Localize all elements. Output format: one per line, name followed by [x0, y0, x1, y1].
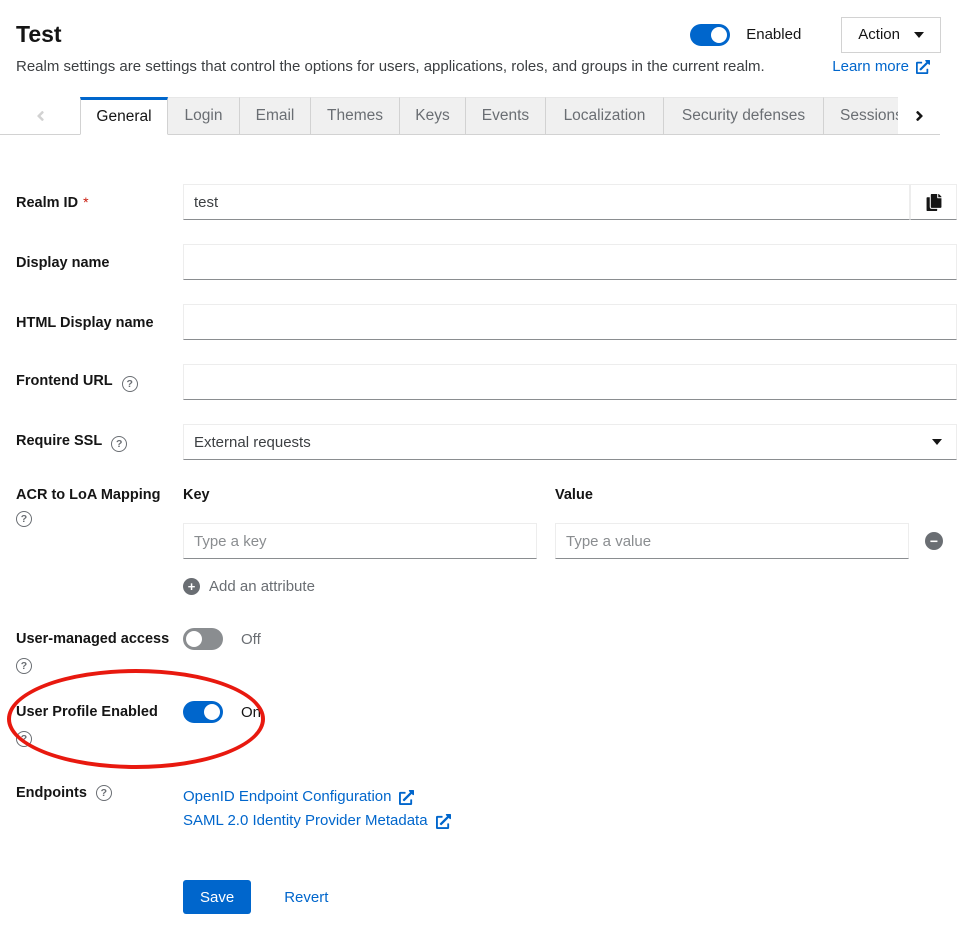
- require-ssl-row: Require SSL? External requests: [16, 424, 957, 460]
- tab-label: Login: [185, 107, 223, 125]
- page-header: Test Enabled Action Realm settings are s…: [0, 0, 973, 75]
- endpoints-row: Endpoints ? OpenID Endpoint Configuratio…: [16, 785, 957, 833]
- caret-down-icon: [932, 439, 942, 445]
- frontend-url-row: Frontend URL?: [16, 364, 957, 400]
- help-icon[interactable]: ?: [96, 785, 112, 801]
- add-attribute-label: Add an attribute: [209, 578, 315, 595]
- tab-themes[interactable]: Themes: [311, 97, 400, 135]
- help-icon[interactable]: ?: [16, 731, 32, 747]
- external-link-icon: [916, 60, 930, 74]
- acr-to-loa-label: ACR to LoA Mapping: [16, 487, 160, 503]
- user-profile-enabled-toggle[interactable]: [183, 701, 223, 723]
- user-profile-enabled-row: User Profile Enabled ? On: [16, 701, 957, 747]
- tab-keys[interactable]: Keys: [400, 97, 466, 135]
- acr-key-input[interactable]: [183, 523, 537, 559]
- tabs-scroll-left-button[interactable]: [0, 97, 80, 135]
- user-managed-access-state: Off: [241, 631, 261, 648]
- frontend-url-input[interactable]: [183, 364, 957, 400]
- tabs-spacer: [940, 97, 973, 135]
- page-description: Realm settings are settings that control…: [16, 58, 765, 75]
- external-link-icon: [436, 814, 451, 829]
- tab-label: Sessions: [840, 107, 898, 125]
- endpoint-link-label: OpenID Endpoint Configuration: [183, 785, 391, 809]
- tab-sessions[interactable]: Sessions: [824, 97, 898, 135]
- user-profile-enabled-label: User Profile Enabled: [16, 701, 183, 723]
- display-name-label: Display name: [16, 255, 110, 271]
- frontend-url-label: Frontend URL: [16, 373, 113, 389]
- copy-icon: [926, 194, 942, 211]
- chevron-right-icon: [914, 108, 925, 124]
- tab-login[interactable]: Login: [168, 97, 240, 135]
- realm-id-input[interactable]: [183, 184, 910, 220]
- saml-metadata-link[interactable]: SAML 2.0 Identity Provider Metadata: [183, 809, 957, 833]
- acr-value-input[interactable]: [555, 523, 909, 559]
- minus-icon: −: [930, 534, 938, 548]
- user-profile-enabled-state: On: [241, 704, 261, 721]
- tab-label: General: [96, 108, 151, 126]
- action-dropdown-label: Action: [858, 26, 900, 43]
- tab-general[interactable]: General: [80, 97, 168, 135]
- require-ssl-selected-value: External requests: [194, 434, 932, 451]
- tab-label: Events: [482, 107, 529, 125]
- page-title: Test: [16, 21, 62, 48]
- learn-more-label: Learn more: [832, 58, 909, 75]
- plus-circle-icon: +: [183, 578, 200, 595]
- acr-value-header: Value: [555, 486, 909, 505]
- toggle-knob: [204, 704, 220, 720]
- html-display-name-input[interactable]: [183, 304, 957, 340]
- form-actions: Save Revert: [16, 880, 957, 914]
- display-name-row: Display name: [16, 244, 957, 280]
- remove-attribute-button[interactable]: −: [925, 532, 943, 550]
- tab-security-defenses[interactable]: Security defenses: [664, 97, 824, 135]
- display-name-input[interactable]: [183, 244, 957, 280]
- tabs-scroll-right-button[interactable]: [898, 97, 940, 135]
- save-button[interactable]: Save: [183, 880, 251, 914]
- tab-localization[interactable]: Localization: [546, 97, 664, 135]
- enabled-label: Enabled: [746, 26, 801, 43]
- user-managed-access-toggle[interactable]: [183, 628, 223, 650]
- require-ssl-select[interactable]: External requests: [183, 424, 957, 460]
- external-link-icon: [399, 790, 414, 805]
- help-icon[interactable]: ?: [16, 511, 32, 527]
- tab-bar: General Login Email Themes Keys Events L…: [0, 97, 973, 135]
- endpoint-link-label: SAML 2.0 Identity Provider Metadata: [183, 809, 428, 833]
- acr-to-loa-row: ACR to LoA Mapping ? Key Value − + Add a…: [16, 486, 957, 595]
- realm-id-row: Realm ID *: [16, 184, 957, 220]
- help-icon[interactable]: ?: [16, 658, 32, 674]
- tab-label: Security defenses: [682, 107, 805, 125]
- realm-id-label: Realm ID: [16, 195, 78, 211]
- acr-key-header: Key: [183, 486, 537, 505]
- endpoints-label: Endpoints: [16, 785, 87, 801]
- html-display-name-label: HTML Display name: [16, 315, 154, 331]
- chevron-left-icon: [35, 108, 46, 124]
- tab-email[interactable]: Email: [240, 97, 311, 135]
- help-icon[interactable]: ?: [122, 376, 138, 392]
- general-settings-form: Realm ID * Display name HTML Display name…: [0, 135, 973, 914]
- tab-label: Email: [256, 107, 295, 125]
- realm-enabled-toggle[interactable]: [690, 24, 730, 46]
- add-attribute-button[interactable]: + Add an attribute: [183, 578, 315, 595]
- tab-events[interactable]: Events: [466, 97, 546, 135]
- openid-endpoint-configuration-link[interactable]: OpenID Endpoint Configuration: [183, 785, 957, 809]
- caret-down-icon: [914, 32, 924, 38]
- user-managed-access-row: User-managed access ? Off: [16, 628, 957, 674]
- action-dropdown-button[interactable]: Action: [841, 17, 941, 53]
- required-asterisk: *: [83, 194, 88, 210]
- help-icon[interactable]: ?: [111, 436, 127, 452]
- html-display-name-row: HTML Display name: [16, 304, 957, 340]
- copy-button[interactable]: [910, 184, 957, 220]
- tab-label: Localization: [564, 107, 646, 125]
- learn-more-link[interactable]: Learn more: [832, 58, 930, 75]
- user-managed-access-label: User-managed access: [16, 628, 183, 650]
- toggle-knob: [186, 631, 202, 647]
- toggle-knob: [711, 27, 727, 43]
- revert-link[interactable]: Revert: [284, 889, 328, 906]
- tab-label: Keys: [415, 107, 449, 125]
- require-ssl-label: Require SSL: [16, 433, 102, 449]
- tab-label: Themes: [327, 107, 383, 125]
